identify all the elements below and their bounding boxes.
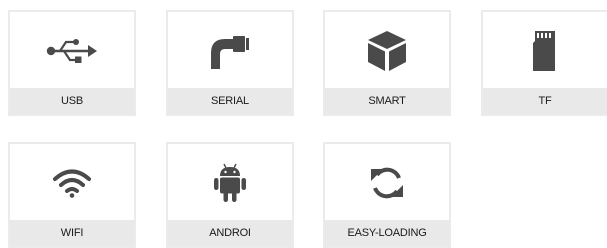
tile-label-android: ANDROI [209, 227, 251, 239]
serial-plug-icon [207, 33, 253, 69]
tile-easy-loading[interactable]: EASY-LOADING [323, 142, 451, 248]
tile-label-wifi: WIFI [60, 227, 84, 239]
tile-label-bar: WIFI [10, 220, 134, 246]
tile-smart[interactable]: SMART [323, 10, 451, 116]
tile-icon-area [10, 12, 134, 90]
tile-icon-area [325, 144, 449, 222]
tile-label-tf: TF [538, 95, 552, 107]
tile-label-bar: TF [483, 88, 607, 114]
sd-card-icon [533, 31, 557, 71]
tile-label-serial: SERIAL [211, 95, 249, 107]
tile-label-bar: ANDROI [168, 220, 292, 246]
tile-icon-area [168, 12, 292, 90]
tile-tf[interactable]: TF [481, 10, 607, 116]
wifi-icon [52, 168, 92, 198]
tile-label-easy-loading: EASY-LOADING [347, 227, 427, 239]
tile-label-usb: USB [60, 95, 84, 107]
tile-label-bar: EASY-LOADING [325, 220, 449, 246]
tile-icon-area [483, 12, 607, 90]
android-icon [213, 163, 247, 203]
tile-label-bar: USB [10, 88, 134, 114]
tile-label-bar: SMART [325, 88, 449, 114]
tile-label-bar: SERIAL [168, 88, 292, 114]
tile-serial[interactable]: SERIAL [166, 10, 294, 116]
refresh-icon [369, 165, 405, 201]
tile-usb[interactable]: USB [8, 10, 136, 116]
usb-icon [46, 37, 98, 65]
tile-wifi[interactable]: WIFI [8, 142, 136, 248]
cube-icon [366, 29, 408, 73]
tile-label-smart: SMART [368, 95, 406, 107]
tile-icon-area [168, 144, 292, 222]
tile-android[interactable]: ANDROI [166, 142, 294, 248]
tile-icon-area [325, 12, 449, 90]
tile-icon-area [10, 144, 134, 222]
